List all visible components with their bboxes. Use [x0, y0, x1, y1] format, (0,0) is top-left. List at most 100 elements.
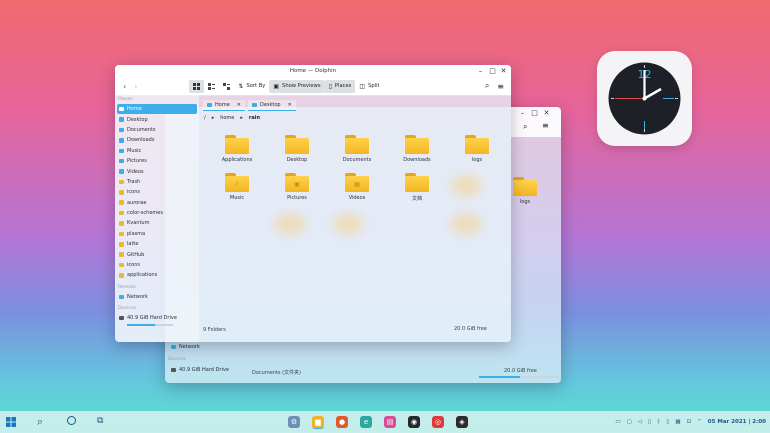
close-tab-icon[interactable]: ✕: [288, 102, 292, 108]
sidebar-item-label: Videos: [127, 168, 144, 175]
title-bar[interactable]: Home — Dolphin – □ ✕: [115, 65, 511, 77]
sidebar-item[interactable]: GitHub: [115, 249, 199, 259]
compact-view-button[interactable]: [204, 80, 219, 93]
back-arrow-icon[interactable]: ‹: [119, 80, 130, 93]
folder-item[interactable]: Documents: [339, 135, 375, 163]
close-tab-icon[interactable]: ✕: [237, 102, 241, 108]
sidebar-item-hard-drive[interactable]: 40.9 GiB Hard Drive: [167, 365, 229, 375]
tab-desktop[interactable]: Desktop ✕: [247, 100, 296, 111]
search-icon[interactable]: ⌕: [481, 80, 493, 93]
folder-icon: [119, 158, 124, 164]
system-settings-app-icon[interactable]: ⚙: [288, 416, 300, 428]
search-icon[interactable]: ⌕: [37, 415, 43, 429]
notification-icon[interactable]: ▭: [615, 419, 620, 425]
split-button[interactable]: ◫ Split: [355, 80, 383, 93]
tab-label: Desktop: [259, 102, 281, 108]
network-icon[interactable]: ⊡: [687, 419, 692, 425]
folder-item[interactable]: logs: [459, 135, 495, 163]
folder-item[interactable]: logs: [507, 177, 543, 205]
sidebar-item[interactable]: icons: [115, 187, 199, 197]
bluetooth-icon[interactable]: ᛒ: [657, 419, 660, 425]
datetime[interactable]: 05 Mar 2021 | 2:00: [708, 419, 766, 425]
maximize-icon[interactable]: □: [529, 107, 540, 119]
folder-icon: [119, 262, 124, 268]
icons-view-button[interactable]: [189, 79, 205, 93]
sidebar-item[interactable]: Home: [117, 104, 197, 115]
folder-icon: ▦: [345, 173, 369, 192]
folder-icon: [119, 221, 124, 226]
folder-icon: ▣: [285, 173, 309, 192]
close-icon[interactable]: ✕: [498, 65, 509, 77]
sidebar-item[interactable]: Music: [115, 146, 199, 156]
folder-item[interactable]: ♪ Music: [219, 173, 255, 201]
folder-item[interactable]: Downloads: [399, 135, 435, 163]
start-menu-icon[interactable]: [6, 417, 16, 427]
sidebar-item-label: Network: [127, 293, 148, 300]
folder-item[interactable]: ▣ Pictures: [279, 173, 315, 201]
folder-item[interactable]: ▦ Videos: [339, 173, 375, 201]
keyboard-icon[interactable]: ▦: [675, 419, 680, 425]
sidebar-item-label: Documents: [127, 126, 156, 133]
details-view-button[interactable]: [219, 80, 234, 93]
sidebar-item[interactable]: color-schemes: [115, 208, 199, 218]
firefox-app-icon[interactable]: ●: [336, 416, 348, 428]
cortana-circle-icon[interactable]: [67, 416, 76, 425]
sidebar-item[interactable]: Pictures: [115, 156, 199, 166]
breadcrumb-home[interactable]: home: [220, 115, 234, 121]
minimize-icon[interactable]: –: [517, 107, 528, 119]
sidebar-item[interactable]: latte: [115, 239, 199, 249]
forward-arrow-icon[interactable]: ›: [130, 80, 141, 93]
show-previews-button[interactable]: ▣ Show Previews: [269, 79, 325, 93]
folder-icon: [119, 179, 124, 185]
sidebar-item[interactable]: plasma: [115, 229, 199, 239]
netease-music-app-icon[interactable]: ◎: [432, 416, 444, 428]
hamburger-menu-icon[interactable]: ≡: [493, 80, 508, 93]
tab-home[interactable]: Home ✕: [203, 100, 245, 111]
battery-icon[interactable]: ▯: [648, 419, 651, 425]
sidebar-item[interactable]: Trash: [115, 177, 199, 187]
sidebar-item[interactable]: icons: [115, 260, 199, 270]
edge-app-icon[interactable]: e: [360, 416, 372, 428]
sidebar-item[interactable]: applications: [115, 270, 199, 280]
sidebar-item[interactable]: Kvantum: [115, 218, 199, 228]
sidebar-item-label: applications: [127, 272, 158, 279]
github-app-icon[interactable]: ◉: [408, 416, 420, 428]
maximize-icon[interactable]: □: [487, 65, 498, 77]
sidebar-item[interactable]: Desktop: [115, 114, 199, 124]
sidebar-item[interactable]: Documents: [115, 125, 199, 135]
folder-item[interactable]: Desktop: [279, 135, 315, 163]
sidebar-item-network[interactable]: Network: [167, 342, 200, 352]
folder-icon: [119, 231, 124, 237]
home-folder-icon: [207, 103, 212, 107]
phone-icon[interactable]: ▯: [666, 419, 669, 425]
breadcrumb-root[interactable]: /: [204, 115, 206, 121]
dolphin-app-icon[interactable]: ▆: [312, 416, 324, 429]
sort-button[interactable]: ⇅ Sort By: [234, 80, 269, 93]
places-button[interactable]: ▯ Places: [324, 79, 356, 93]
main-dolphin-window[interactable]: Home — Dolphin – □ ✕ ‹ › ⇅ Sort By ▣ Sho…: [115, 65, 511, 342]
folder-count: 9 Folders: [203, 327, 226, 333]
volume-icon[interactable]: ◁: [638, 419, 642, 425]
folder-icon: [119, 117, 124, 122]
sort-icon: ⇅: [238, 82, 244, 90]
breadcrumb-current[interactable]: rain: [249, 115, 260, 121]
pictures-app-icon[interactable]: ▤: [384, 416, 396, 428]
minimize-icon[interactable]: –: [475, 65, 486, 77]
sidebar-item-hard-drive[interactable]: 40.9 GiB Hard Drive: [115, 313, 199, 323]
hamburger-menu-icon[interactable]: ≡: [542, 121, 549, 130]
clipboard-icon[interactable]: ▢: [627, 419, 632, 425]
folder-item[interactable]: Applications: [219, 135, 255, 163]
sidebar-item[interactable]: Downloads: [115, 135, 199, 145]
task-view-icon[interactable]: ⧉: [97, 416, 103, 426]
sidebar-item[interactable]: Videos: [115, 166, 199, 176]
search-icon[interactable]: ⌕: [523, 122, 527, 132]
remote-header: Remote: [118, 284, 136, 290]
sidebar-item-network[interactable]: Network: [115, 292, 199, 302]
folder-label: Documents: [342, 157, 372, 163]
sidebar-item[interactable]: aurorae: [115, 198, 199, 208]
tab-label: Home: [215, 102, 230, 108]
close-icon[interactable]: ✕: [541, 107, 552, 119]
chevron-up-icon[interactable]: ⌃: [697, 419, 702, 425]
typora-app-icon[interactable]: ◈: [456, 416, 468, 428]
folder-item[interactable]: 文档: [399, 173, 435, 202]
